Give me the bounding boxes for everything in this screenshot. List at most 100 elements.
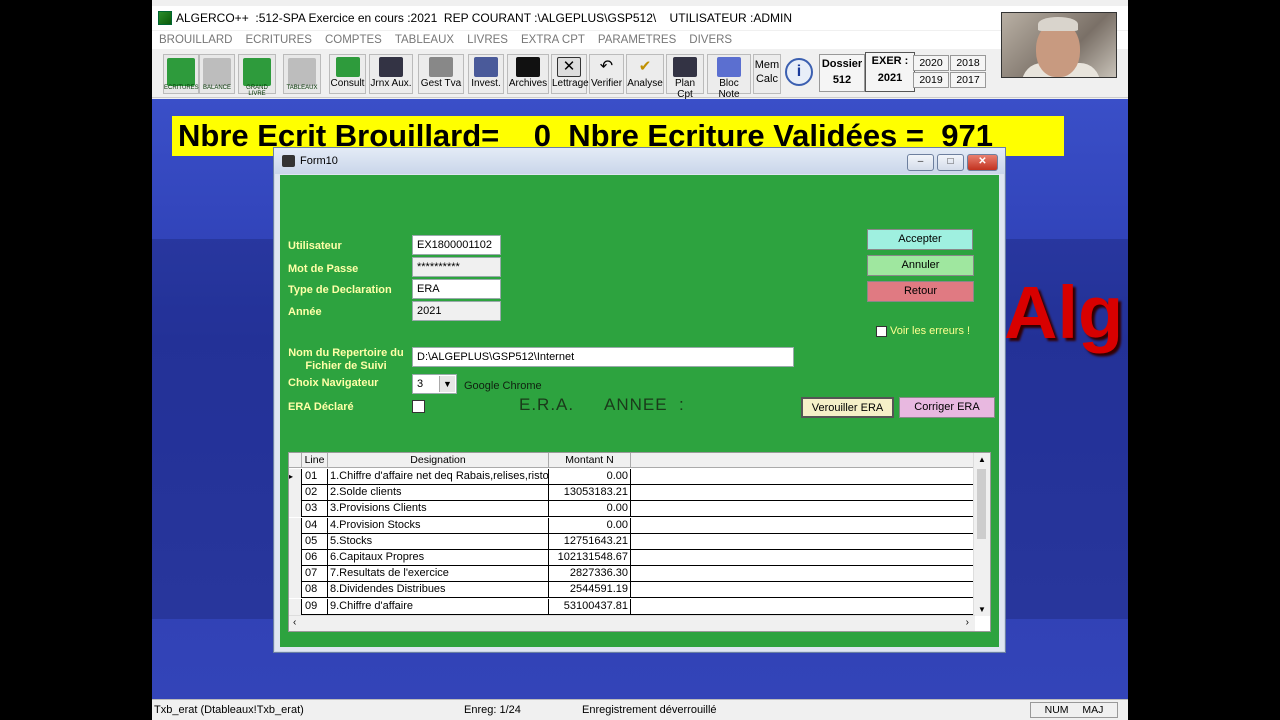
cell-line[interactable]: 09: [302, 598, 328, 615]
archives-button[interactable]: Archives: [507, 54, 549, 94]
grand-livre-button[interactable]: GRAND LIVRE: [238, 54, 276, 97]
cell-designation[interactable]: 5.Stocks: [328, 533, 549, 550]
table-row[interactable]: 03 3.Provisions Clients 0.00: [289, 501, 973, 518]
analyse-button[interactable]: ✔ Analyse: [626, 54, 664, 94]
table-row[interactable]: 08 8.Dividendes Distribues 2544591.19: [289, 582, 973, 599]
corriger-era-button[interactable]: Corriger ERA: [899, 397, 995, 418]
cell-designation[interactable]: 9.Chiffre d'affaire: [328, 598, 549, 615]
cell-line[interactable]: 11: [302, 631, 328, 632]
table-row[interactable]: 09 9.Chiffre d'affaire 53100437.81: [289, 598, 973, 615]
retour-button[interactable]: Retour: [867, 281, 974, 302]
table-row[interactable]: ▸ 01 1.Chiffre d'affaire net deq Rabais,re…: [289, 469, 973, 485]
cell-montant[interactable]: 0.00: [549, 501, 631, 518]
cell-designation[interactable]: 3.Provisions Clients: [328, 501, 549, 518]
verouiller-era-button[interactable]: Verouiller ERA: [801, 397, 894, 418]
menu-ecritures[interactable]: ECRITURES: [246, 34, 312, 46]
type-declaration-field[interactable]: ERA: [412, 279, 501, 299]
row-indicator[interactable]: [289, 533, 302, 550]
balance-button[interactable]: BALANCE: [199, 54, 235, 94]
row-indicator[interactable]: [289, 631, 302, 632]
navigateur-select[interactable]: 3 ▼: [412, 374, 457, 394]
annee-field[interactable]: 2021: [412, 301, 501, 321]
ecritures-button[interactable]: ECRITURES: [163, 54, 199, 94]
year-2017-button[interactable]: 2017: [950, 72, 986, 88]
info-button[interactable]: i: [783, 54, 815, 94]
cell-montant[interactable]: 53100437.81: [549, 598, 631, 615]
cell-line[interactable]: 02: [302, 485, 328, 502]
gest-tva-button[interactable]: Gest Tva: [418, 54, 464, 94]
cell-designation[interactable]: 7.Resultats de l'exercice: [328, 566, 549, 583]
cell-designation[interactable]: 4.Provision Stocks: [328, 517, 549, 534]
consult-button[interactable]: Consult: [329, 54, 366, 94]
era-data-grid[interactable]: Line Designation Montant N ▸ 01 1.Chiffre …: [288, 452, 991, 632]
cell-designation[interactable]: 11.Sous Traitance: [328, 631, 549, 632]
scroll-left-icon[interactable]: ‹: [293, 617, 296, 628]
year-2020-button[interactable]: 2020: [913, 55, 949, 71]
era-declare-checkbox[interactable]: [412, 400, 425, 413]
scroll-up-icon[interactable]: ▲: [974, 455, 990, 464]
row-indicator[interactable]: [289, 566, 302, 583]
row-indicator[interactable]: [289, 582, 302, 599]
cell-line[interactable]: 04: [302, 517, 328, 534]
verifier-button[interactable]: ↶ Verifier: [589, 54, 624, 94]
annuler-button[interactable]: Annuler: [867, 255, 974, 276]
horizontal-scrollbar[interactable]: ‹ ›: [289, 615, 975, 631]
table-row[interactable]: 07 7.Resultats de l'exercice 2827336.30: [289, 566, 973, 583]
mem-calc-button[interactable]: Mem Calc: [753, 54, 781, 94]
cell-line[interactable]: 06: [302, 550, 328, 566]
cell-montant[interactable]: 0.00: [549, 631, 631, 632]
table-row[interactable]: 02 2.Solde clients 13053183.21: [289, 485, 973, 502]
row-indicator[interactable]: [289, 598, 302, 615]
cell-line[interactable]: 07: [302, 566, 328, 583]
accepter-button[interactable]: Accepter: [867, 229, 973, 250]
menu-extra-cpt[interactable]: EXTRA CPT: [521, 34, 585, 46]
year-2018-button[interactable]: 2018: [950, 55, 986, 71]
close-icon[interactable]: ✕: [967, 154, 998, 171]
menu-livres[interactable]: LIVRES: [467, 34, 508, 46]
row-indicator[interactable]: [289, 501, 302, 518]
jrnx-aux-button[interactable]: Jrnx Aux.: [369, 54, 413, 94]
bloc-note-button[interactable]: Bloc Note: [707, 54, 751, 100]
scroll-down-icon[interactable]: ▼: [974, 605, 990, 614]
cell-montant[interactable]: 13053183.21: [549, 485, 631, 502]
cell-designation[interactable]: 6.Capitaux Propres: [328, 550, 549, 566]
menu-tableaux[interactable]: TABLEAUX: [395, 34, 454, 46]
vertical-scrollbar[interactable]: ▲ ▼: [973, 453, 990, 616]
chevron-down-icon[interactable]: ▼: [439, 376, 455, 392]
repertoire-field[interactable]: D:\ALGEPLUS\GSP512\Internet: [412, 347, 794, 367]
cell-montant[interactable]: 2827336.30: [549, 566, 631, 583]
row-indicator[interactable]: [289, 550, 302, 566]
plan-cpt-button[interactable]: Plan Cpt: [666, 54, 704, 100]
cell-designation[interactable]: 1.Chiffre d'affaire net deq Rabais,relis…: [328, 469, 549, 485]
minimize-icon[interactable]: –: [907, 154, 934, 171]
table-row[interactable]: 1111.Sous Traitance0.00: [289, 631, 973, 632]
menu-comptes[interactable]: COMPTES: [325, 34, 382, 46]
table-row[interactable]: 04 4.Provision Stocks 0.00: [289, 517, 973, 534]
cell-montant[interactable]: 102131548.67: [549, 550, 631, 566]
tableaux-button[interactable]: TABLEAUX: [283, 54, 321, 94]
cell-line[interactable]: 01: [302, 469, 328, 485]
menu-parametres[interactable]: PARAMETRES: [598, 34, 676, 46]
lettrage-button[interactable]: ✕ Lettrage: [551, 54, 589, 94]
table-row[interactable]: 06 6.Capitaux Propres 102131548.67: [289, 550, 973, 566]
year-2019-button[interactable]: 2019: [913, 72, 949, 88]
header-line[interactable]: Line: [302, 453, 328, 468]
cell-line[interactable]: 08: [302, 582, 328, 599]
header-designation[interactable]: Designation: [328, 453, 549, 468]
menu-brouillard[interactable]: BROUILLARD: [159, 34, 233, 46]
cell-montant[interactable]: 2544591.19: [549, 582, 631, 599]
cell-designation[interactable]: 2.Solde clients: [328, 485, 549, 502]
menu-divers[interactable]: DIVERS: [689, 34, 732, 46]
row-indicator[interactable]: [289, 517, 302, 534]
cell-line[interactable]: 03: [302, 501, 328, 518]
header-montant[interactable]: Montant N: [549, 453, 631, 468]
utilisateur-field[interactable]: EX1800001102: [412, 235, 501, 255]
cell-designation[interactable]: 8.Dividendes Distribues: [328, 582, 549, 599]
table-row[interactable]: 05 5.Stocks 12751643.21: [289, 533, 973, 550]
password-field[interactable]: **********: [412, 257, 501, 277]
row-indicator[interactable]: [289, 485, 302, 502]
scroll-thumb[interactable]: [977, 469, 986, 539]
voir-erreurs-checkbox[interactable]: [876, 326, 887, 337]
cell-montant[interactable]: 0.00: [549, 469, 631, 485]
cell-montant[interactable]: 0.00: [549, 517, 631, 534]
